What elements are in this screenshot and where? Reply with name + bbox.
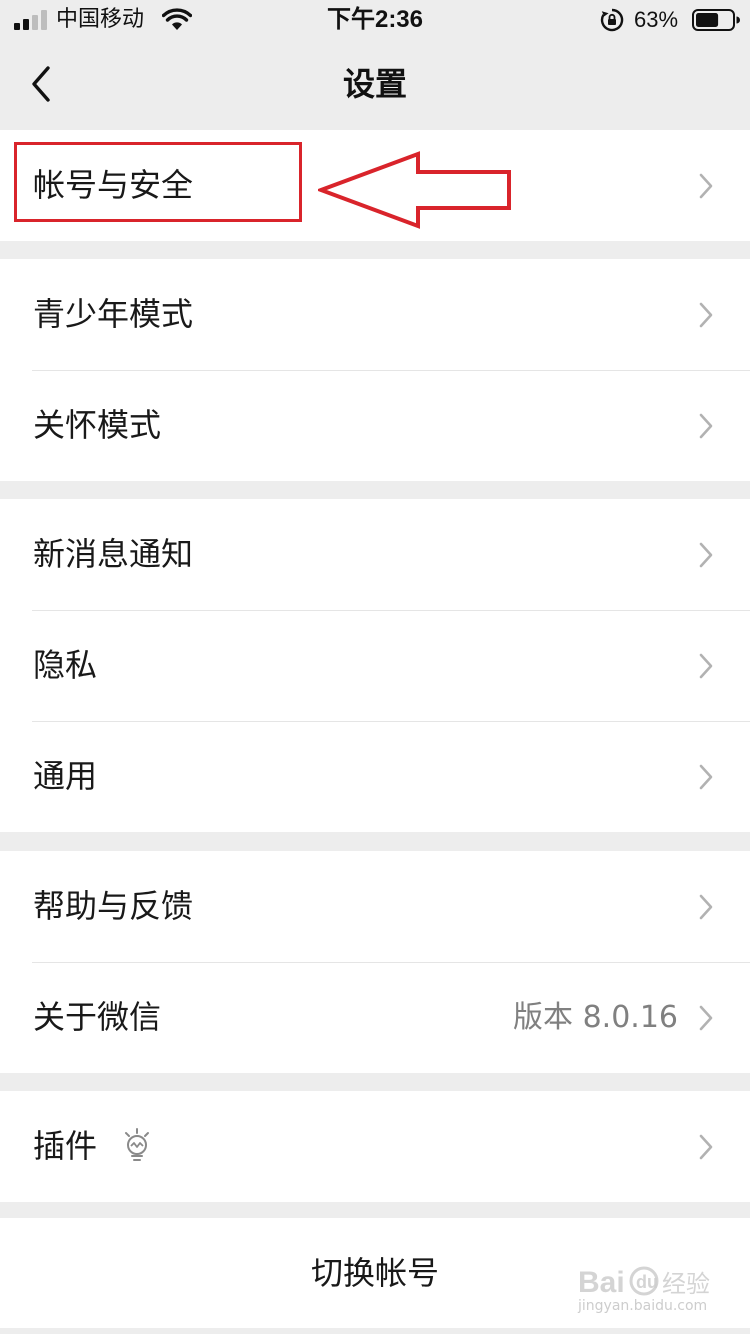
settings-item-label: 帮助与反馈 xyxy=(33,887,194,925)
settings-item-label: 插件 xyxy=(33,1127,98,1165)
navigation-bar: 设置 xyxy=(0,40,750,130)
chevron-right-icon xyxy=(699,1005,713,1031)
settings-item-label: 青少年模式 xyxy=(33,295,194,333)
settings-item-notifications[interactable]: 新消息通知 xyxy=(0,499,750,610)
settings-item-general[interactable]: 通用 xyxy=(0,721,750,832)
settings-group-plugins: 插件 xyxy=(0,1091,750,1202)
settings-item-about-wechat[interactable]: 关于微信 版本 8.0.16 xyxy=(0,962,750,1073)
version-value: 版本 8.0.16 xyxy=(513,1000,678,1035)
settings-item-label: 关于微信 xyxy=(33,998,162,1036)
chevron-right-icon xyxy=(699,173,713,199)
settings-item-teen-mode[interactable]: 青少年模式 xyxy=(0,259,750,370)
settings-item-privacy[interactable]: 隐私 xyxy=(0,610,750,721)
settings-group-modes: 青少年模式 关怀模式 xyxy=(0,259,750,481)
settings-item-label: 通用 xyxy=(33,757,98,795)
settings-item-label: 新消息通知 xyxy=(33,535,194,573)
settings-item-account-security[interactable]: 帐号与安全 xyxy=(0,130,750,241)
chevron-right-icon xyxy=(699,542,713,568)
settings-group-about: 帮助与反馈 关于微信 版本 8.0.16 xyxy=(0,851,750,1073)
page-title: 设置 xyxy=(342,65,407,103)
status-bar: 中国移动 下午2:36 63% xyxy=(0,0,750,40)
chevron-right-icon xyxy=(699,302,713,328)
settings-item-label: 隐私 xyxy=(33,646,98,684)
settings-item-help-feedback[interactable]: 帮助与反馈 xyxy=(0,851,750,962)
settings-item-care-mode[interactable]: 关怀模式 xyxy=(0,370,750,481)
chevron-right-icon xyxy=(699,894,713,920)
settings-item-label: 帐号与安全 xyxy=(33,166,194,204)
battery-percentage: 63% xyxy=(634,7,679,32)
plugin-bulb-icon xyxy=(125,1128,149,1161)
chevron-right-icon xyxy=(699,1134,713,1160)
settings-group-general: 新消息通知 隐私 通用 xyxy=(0,499,750,832)
settings-item-plugins[interactable]: 插件 xyxy=(0,1091,750,1202)
chevron-right-icon xyxy=(699,764,713,790)
battery-icon xyxy=(692,9,740,31)
orientation-lock-icon xyxy=(600,8,624,32)
chevron-right-icon xyxy=(699,413,713,439)
settings-group-account: 帐号与安全 xyxy=(0,130,750,241)
settings-item-label: 关怀模式 xyxy=(33,406,162,444)
watermark-url: jingyan.baidu.com xyxy=(578,1298,708,1314)
chevron-right-icon xyxy=(699,653,713,679)
